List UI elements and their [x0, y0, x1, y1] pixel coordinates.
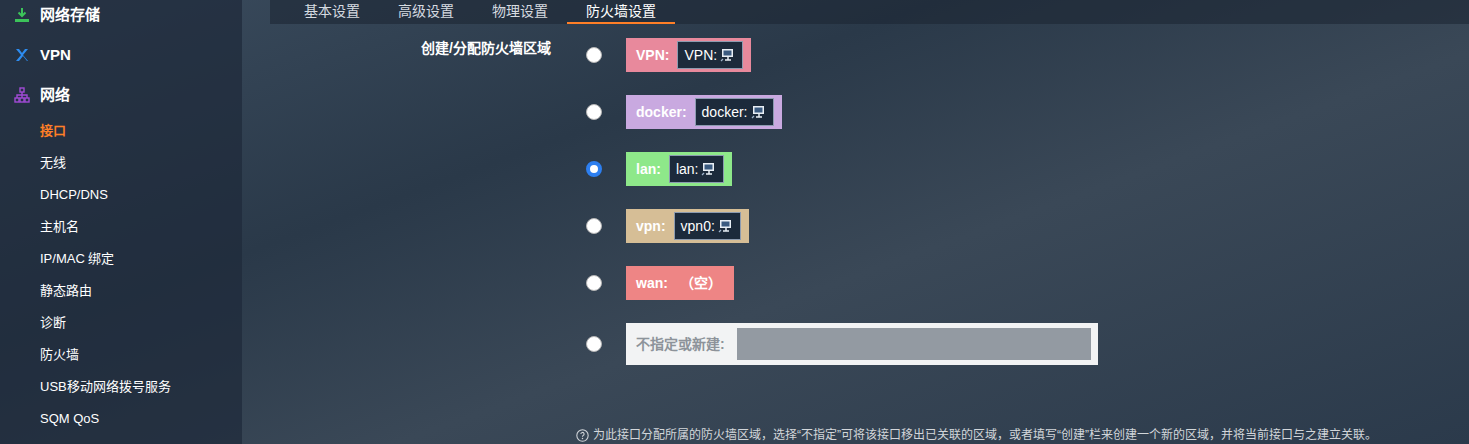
sidebar-item[interactable]: 无线: [0, 147, 242, 179]
interface-empty: （空）: [676, 273, 726, 294]
zone-option: lan: lan:: [586, 152, 1377, 186]
network-icon: [14, 87, 30, 103]
sidebar-section[interactable]: VPN: [0, 35, 242, 75]
sidebar-label: 诊断: [40, 313, 66, 333]
help-text: 为此接口分配所属的防火墙区域，选择“不指定”可将该接口移出已关联的区域，或者填写…: [593, 426, 1377, 444]
zone-badge[interactable]: VPN: VPN:: [626, 38, 751, 72]
zone-badge[interactable]: docker: docker:: [626, 95, 782, 129]
tab-label: 高级设置: [398, 1, 454, 22]
zone-option: wan: （空）: [586, 266, 1377, 300]
sidebar-label: 防火墙: [40, 345, 79, 365]
sidebar-item[interactable]: 接口: [0, 115, 242, 147]
new-zone-input[interactable]: [737, 328, 1091, 360]
sidebar-item[interactable]: DHCP/DNS: [0, 179, 242, 211]
sidebar-label: 无线: [40, 153, 66, 173]
zone-badge[interactable]: wan: （空）: [626, 266, 734, 300]
zone-options: VPN: VPN: docker: docker: lan: lan: vpn: vpn0: w…: [586, 38, 1377, 444]
sidebar-item[interactable]: SQM QoS: [0, 403, 242, 435]
interface-box: vpn0:: [674, 212, 741, 240]
zone-option: VPN: VPN:: [586, 38, 1377, 72]
tab-label: 物理设置: [492, 1, 548, 22]
tab[interactable]: 物理设置: [473, 0, 567, 24]
sidebar: 网络存储 VPN 网络接口无线 DHCP/DNS 主机名 IP/MAC 绑定静态路由诊断防…: [0, 0, 242, 444]
sidebar-label: DHCP/DNS: [40, 185, 108, 205]
new-zone-label: 不指定或新建:: [636, 334, 725, 355]
field-label: 创建/分配防火墙区域: [421, 38, 586, 444]
tab[interactable]: 高级设置: [379, 0, 473, 24]
vpn-icon: [14, 47, 30, 63]
interface-name: docker:: [702, 102, 748, 123]
zone-option: docker: docker:: [586, 95, 1377, 129]
interface-name: （空）: [680, 275, 722, 291]
sidebar-label: 静态路由: [40, 281, 92, 301]
interface-box: docker:: [695, 98, 774, 126]
interface-box: VPN:: [677, 41, 743, 69]
help-icon: [576, 429, 589, 442]
radio-button[interactable]: [586, 104, 602, 120]
tab-bar: 基本设置 高级设置 物理设置 防火墙设置: [270, 0, 1469, 24]
sidebar-item[interactable]: 防火墙: [0, 339, 242, 371]
sidebar-label: VPN: [40, 44, 71, 67]
zone-name: wan:: [636, 273, 668, 294]
sidebar-item[interactable]: IP/MAC 绑定: [0, 243, 242, 275]
tab-label: 基本设置: [304, 1, 360, 22]
main-panel: 基本设置 高级设置 物理设置 防火墙设置 创建/分配防火墙区域 VPN: VPN: doc…: [242, 0, 1469, 444]
sidebar-label: 网络: [40, 84, 70, 107]
network-port-icon: [720, 47, 736, 63]
sidebar-label: 主机名: [40, 217, 79, 237]
zone-name: vpn:: [636, 216, 666, 237]
radio-button[interactable]: [586, 275, 602, 291]
sidebar-label: USB移动网络拨号服务: [40, 377, 171, 397]
network-port-icon: [701, 161, 717, 177]
network-port-icon: [718, 218, 734, 234]
sidebar-section[interactable]: 网络存储: [0, 0, 242, 35]
zone-badge[interactable]: vpn: vpn0:: [626, 209, 749, 243]
new-zone-option: 不指定或新建:: [586, 323, 1377, 365]
tab-label: 防火墙设置: [586, 1, 656, 22]
network-port-icon: [751, 104, 767, 120]
tab[interactable]: 防火墙设置: [567, 0, 675, 24]
sidebar-label: IP/MAC 绑定: [40, 249, 114, 269]
zone-name: lan:: [636, 159, 661, 180]
sidebar-item[interactable]: USB移动网络拨号服务: [0, 371, 242, 403]
zone-form: 创建/分配防火墙区域 VPN:VPN:docker:docker:lan:lan…: [270, 24, 1469, 444]
interface-name: vpn0:: [681, 216, 715, 237]
zone-option: vpn: vpn0:: [586, 209, 1377, 243]
tab[interactable]: 基本设置: [285, 0, 379, 24]
interface-box: lan:: [669, 155, 725, 183]
sidebar-label: SQM QoS: [40, 409, 99, 429]
sidebar-item[interactable]: 静态路由: [0, 275, 242, 307]
sidebar-item[interactable]: 诊断: [0, 307, 242, 339]
sidebar-label: 接口: [40, 121, 66, 141]
interface-name: lan:: [676, 159, 699, 180]
sidebar-section[interactable]: 网络: [0, 75, 242, 115]
download-icon: [14, 7, 30, 23]
help-text-row: 为此接口分配所属的防火墙区域，选择“不指定”可将该接口移出已关联的区域，或者填写…: [576, 426, 1377, 444]
interface-name: VPN:: [684, 45, 717, 66]
radio-button[interactable]: [586, 218, 602, 234]
radio-button[interactable]: [586, 47, 602, 63]
new-zone-box: 不指定或新建:: [626, 323, 1098, 365]
zone-badge[interactable]: lan: lan:: [626, 152, 732, 186]
zone-name: VPN:: [636, 45, 669, 66]
radio-button[interactable]: [586, 336, 602, 352]
radio-button[interactable]: [586, 161, 602, 177]
sidebar-label: 网络存储: [40, 4, 100, 27]
sidebar-item[interactable]: 主机名: [0, 211, 242, 243]
zone-name: docker:: [636, 102, 687, 123]
